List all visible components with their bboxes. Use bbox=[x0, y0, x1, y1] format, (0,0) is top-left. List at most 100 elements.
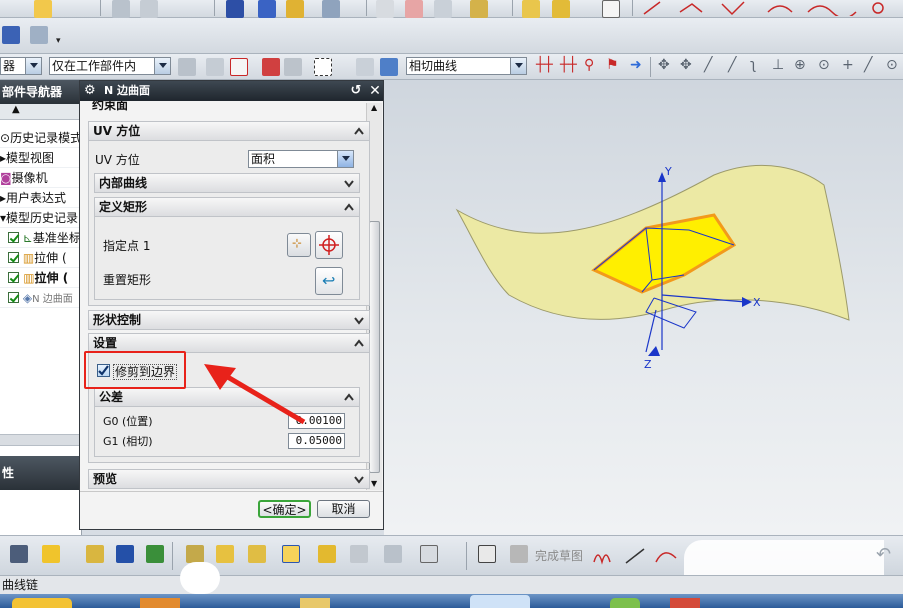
taskbar-app-icon[interactable] bbox=[470, 595, 530, 608]
select-target-icon[interactable] bbox=[262, 58, 280, 76]
center-snap-icon[interactable]: ⊕ bbox=[794, 58, 806, 72]
chain-icon[interactable] bbox=[318, 545, 336, 563]
reset-rectangle-button[interactable]: ↩ bbox=[315, 267, 343, 295]
nav-item-cameras[interactable]: ◙摄像机 bbox=[0, 168, 82, 188]
layer-icon[interactable] bbox=[226, 0, 244, 18]
nav-item-history-mode[interactable]: ⊙历史记录模式 bbox=[0, 128, 82, 148]
chevron-up-icon[interactable] bbox=[353, 125, 365, 137]
snap-icon[interactable] bbox=[206, 58, 224, 76]
slash-snap-icon[interactable]: ╱ bbox=[864, 58, 872, 72]
arrow-right-icon[interactable]: ➜ bbox=[630, 58, 642, 72]
datum-plane-icon[interactable] bbox=[86, 545, 104, 563]
plus-snap-icon[interactable]: + bbox=[842, 58, 854, 72]
add-feature-icon[interactable] bbox=[42, 545, 60, 563]
assembly-icon[interactable] bbox=[552, 0, 570, 18]
select-box-icon[interactable] bbox=[314, 58, 332, 76]
settings-section-header[interactable]: 设置 bbox=[88, 333, 370, 353]
intersect-group-icon[interactable]: ┼┼ bbox=[560, 58, 577, 72]
circle-snap-icon[interactable]: ⊙ bbox=[818, 58, 830, 72]
curve-tools-icon[interactable] bbox=[640, 0, 903, 16]
sketch-task-icon[interactable] bbox=[478, 545, 496, 563]
type-filter-select[interactable]: 器 bbox=[0, 57, 42, 75]
cube-icon[interactable] bbox=[380, 58, 398, 76]
flag-icon[interactable] bbox=[384, 545, 402, 563]
navigator-splitter[interactable] bbox=[0, 434, 82, 446]
taskbar-app-icon[interactable] bbox=[12, 598, 72, 608]
gear-icon[interactable]: ⚙ bbox=[84, 81, 96, 101]
folder-icon[interactable] bbox=[34, 0, 52, 18]
hourglass-icon[interactable] bbox=[116, 545, 134, 563]
reset-icon[interactable]: ↺ bbox=[348, 81, 364, 101]
undo-icon[interactable]: ↶ bbox=[876, 544, 891, 565]
view-icon[interactable] bbox=[322, 0, 340, 18]
finish-sketch-icon[interactable] bbox=[510, 545, 528, 563]
g1-tangent-input[interactable]: 0.05000 bbox=[288, 433, 345, 449]
pattern-icon[interactable] bbox=[186, 545, 204, 563]
preview-section-header[interactable]: 预览 bbox=[88, 469, 370, 489]
point-snap-2-icon[interactable]: ⊙ bbox=[886, 58, 898, 72]
chevron-down-icon[interactable] bbox=[353, 314, 365, 326]
nav-item-extrude-1[interactable]: ▥拉伸 ( bbox=[0, 248, 82, 268]
move-icon[interactable] bbox=[434, 0, 452, 18]
nav-item-model-views[interactable]: ▸模型视图 bbox=[0, 148, 82, 168]
hand-icon[interactable] bbox=[284, 58, 302, 76]
taskbar-app-icon[interactable] bbox=[300, 598, 330, 608]
mirror-icon[interactable] bbox=[146, 545, 164, 563]
graphics-viewport[interactable]: Y X Z bbox=[384, 80, 903, 535]
nav-item-datum-csys[interactable]: ⊾基准坐标 bbox=[0, 228, 82, 248]
scroll-down-icon[interactable]: ▼ bbox=[371, 479, 377, 488]
snap-move-icon[interactable]: ✥ bbox=[658, 58, 670, 72]
group-icon[interactable] bbox=[216, 545, 234, 563]
intersect-icon[interactable]: ┼┼ bbox=[536, 58, 553, 72]
pen-icon[interactable] bbox=[286, 0, 304, 18]
chevron-down-icon[interactable]: ▾ bbox=[56, 36, 61, 46]
brush-icon[interactable] bbox=[258, 0, 276, 18]
path-icon[interactable]: ⚑ bbox=[606, 58, 619, 72]
dialog-titlebar[interactable]: ⚙ N 边曲面 ↺ ✕ bbox=[80, 81, 383, 101]
solid-icon[interactable] bbox=[356, 58, 374, 76]
shape-control-section-header[interactable]: 形状控制 bbox=[88, 310, 370, 330]
hammer-icon[interactable] bbox=[350, 545, 368, 563]
diamond-icon[interactable] bbox=[282, 545, 300, 563]
filter-reset-icon[interactable] bbox=[178, 58, 196, 76]
nav-item-user-expressions[interactable]: ▸用户表达式 bbox=[0, 188, 82, 208]
parts-icon[interactable] bbox=[522, 0, 540, 18]
grid-icon[interactable] bbox=[405, 0, 423, 18]
finish-sketch-label[interactable]: 完成草图 bbox=[535, 549, 583, 563]
boolean-icon[interactable] bbox=[248, 545, 266, 563]
inferred-point-button[interactable] bbox=[315, 231, 343, 259]
sketch-curve-tools-icon[interactable] bbox=[592, 546, 692, 566]
define-rectangle-section-header[interactable]: 定义矩形 bbox=[94, 197, 360, 217]
sort-up-icon[interactable]: ▲ bbox=[12, 104, 20, 115]
inner-curves-section-header[interactable]: 内部曲线 bbox=[94, 173, 360, 193]
taskbar-app-icon[interactable] bbox=[670, 598, 700, 608]
nav-item-model-history[interactable]: ▾模型历史记录 bbox=[0, 208, 82, 228]
triangle-icon[interactable] bbox=[376, 0, 394, 18]
point-snap-icon[interactable] bbox=[230, 58, 248, 76]
end-snap-icon[interactable]: ╱ bbox=[728, 58, 736, 72]
close-icon[interactable]: ✕ bbox=[367, 81, 383, 101]
navigator-header[interactable]: ▲ bbox=[0, 104, 82, 120]
snap-grid-icon[interactable]: ✥ bbox=[680, 58, 692, 72]
gear-group-icon[interactable] bbox=[470, 0, 488, 18]
table-icon[interactable] bbox=[2, 26, 20, 44]
chevron-down-icon[interactable] bbox=[343, 177, 355, 189]
point-dialog-button[interactable]: ⊹ bbox=[287, 233, 311, 257]
nav-item-extrude-2[interactable]: ▥拉伸 ( bbox=[0, 268, 82, 288]
cube-outline-icon[interactable] bbox=[420, 545, 438, 563]
nav-item-n-sided-surface[interactable]: ◈N 边曲面 bbox=[0, 288, 82, 308]
curve-rule-select[interactable]: 相切曲线 bbox=[406, 57, 527, 75]
chevron-up-icon[interactable] bbox=[343, 201, 355, 213]
scope-filter-select[interactable]: 仅在工作部件内 bbox=[49, 57, 171, 75]
chevron-up-icon[interactable] bbox=[343, 391, 355, 403]
line-snap-icon[interactable]: ╱ bbox=[704, 58, 712, 72]
visibility-checkbox[interactable] bbox=[8, 232, 19, 243]
chevron-down-icon[interactable] bbox=[353, 473, 365, 485]
shading-icon[interactable] bbox=[140, 0, 158, 18]
scrollbar-thumb[interactable] bbox=[369, 221, 380, 473]
visibility-checkbox[interactable] bbox=[8, 292, 19, 303]
link-icon[interactable] bbox=[602, 0, 620, 18]
tangent-snap-icon[interactable]: ʅ bbox=[750, 58, 756, 72]
sketch-plane-icon[interactable] bbox=[10, 545, 28, 563]
scroll-up-icon[interactable]: ▲ bbox=[371, 103, 377, 112]
